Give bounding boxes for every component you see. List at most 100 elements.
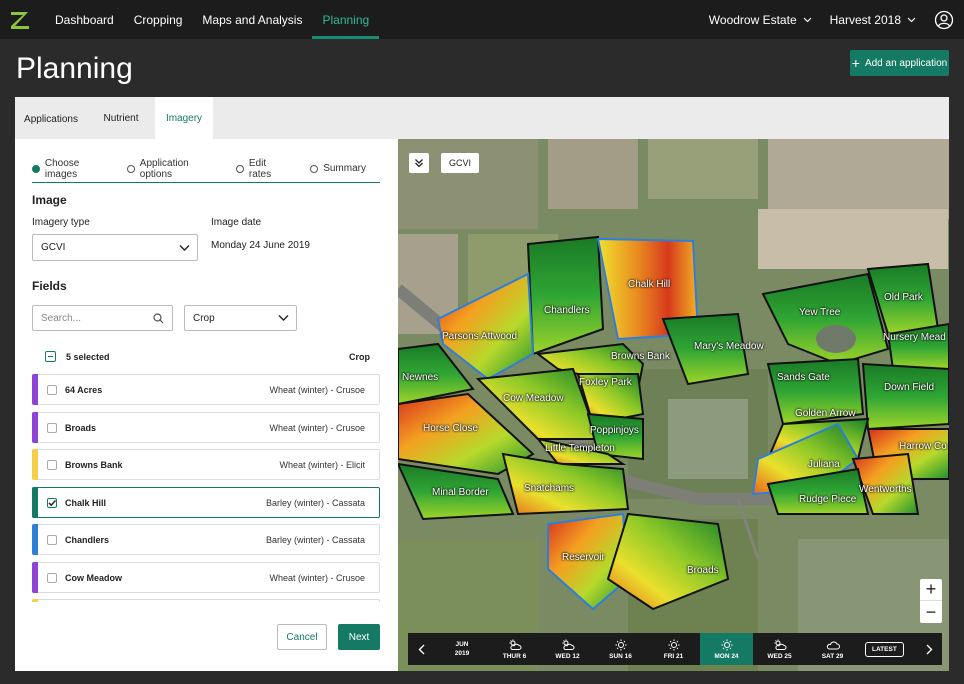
map-label: Chalk Hill <box>628 279 671 290</box>
field-row[interactable]: Chandlers Barley (winter) - Cassata <box>32 524 380 555</box>
crop-filter-value: Crop <box>193 312 215 324</box>
field-color-stripe <box>32 561 38 593</box>
nav-planning[interactable]: Planning <box>312 0 379 39</box>
timeline-day[interactable]: WED 25 <box>753 633 806 665</box>
field-color-stripe <box>32 374 38 405</box>
field-name: Broads <box>65 422 97 433</box>
map-label: Browns Bank <box>611 351 670 362</box>
cloud-sun-icon <box>562 639 574 650</box>
field-row[interactable]: Browns Bank Wheat (winter) - Elicit <box>32 449 380 480</box>
map-label: Mary's Meadow <box>694 341 764 352</box>
timeline-day[interactable]: MON 24 <box>700 633 753 665</box>
select-all-checkbox[interactable] <box>45 351 56 362</box>
latest-button[interactable]: LATEST <box>865 641 904 657</box>
image-timeline: JUN 2019 THUR 6 WED 12 SUN 16 FRI 21 MON 24 W… <box>408 633 942 665</box>
page-title: Planning <box>16 52 133 85</box>
map-label: Parsons Attwood <box>442 331 518 342</box>
collapse-panel-button[interactable] <box>409 153 429 173</box>
field-crop: Wheat (winter) - Crusoe <box>269 572 365 583</box>
field-name: Cow Meadow <box>65 572 123 583</box>
timeline-next-button[interactable] <box>916 633 942 665</box>
nav-dashboard[interactable]: Dashboard <box>45 0 124 39</box>
step-application-options[interactable]: Application options <box>126 158 222 180</box>
field-checkbox[interactable] <box>47 535 57 545</box>
field-name: Chandlers <box>65 535 110 545</box>
timeline-day-label: MON 24 <box>714 652 739 660</box>
step-summary[interactable]: Summary <box>310 161 366 176</box>
nav-cropping[interactable]: Cropping <box>124 0 193 39</box>
imagery-map[interactable]: GCVI Chalk Hill Chandlers Parsons Attwoo… <box>398 139 949 671</box>
satellite-map-image <box>398 139 949 671</box>
sun-icon <box>721 639 732 650</box>
map-label: Poppinjoys <box>590 425 639 436</box>
plus-icon: + <box>851 55 860 71</box>
field-checkbox[interactable] <box>47 385 57 395</box>
step-dot-icon <box>32 164 40 173</box>
field-row[interactable]: Chalk Hill Barley (winter) - Cassata <box>32 486 380 518</box>
field-color-stripe <box>32 599 38 602</box>
step-label: Summary <box>323 163 366 174</box>
step-edit-rates[interactable]: Edit rates <box>236 158 290 180</box>
imagery-type-select[interactable]: GCVI <box>32 234 198 261</box>
field-checkbox[interactable] <box>47 572 57 583</box>
zoom-in-button[interactable]: + <box>920 579 942 601</box>
timeline-day[interactable]: SAT 29 <box>806 633 859 665</box>
timeline-day[interactable]: WED 12 <box>541 633 594 665</box>
timeline-month: JUN 2019 <box>442 633 482 665</box>
next-button[interactable]: Next <box>338 624 380 650</box>
nav-maps-analysis[interactable]: Maps and Analysis <box>192 0 312 39</box>
estate-select[interactable]: Woodrow Estate <box>709 13 812 27</box>
field-name: 64 Acres <box>65 385 103 395</box>
timeline-day-label: SAT 29 <box>821 652 844 660</box>
step-choose-images[interactable]: Choose images <box>32 158 113 180</box>
planning-card: Applications Nutrient Imagery Choose ima… <box>15 97 949 671</box>
map-label: Sands Gate <box>777 372 830 383</box>
field-search-input[interactable]: Search... <box>32 305 173 331</box>
crop-column-header: Crop <box>349 352 370 362</box>
chevron-down-icon <box>278 315 289 321</box>
imagery-type-chip: GCVI <box>441 153 480 173</box>
double-chevron-down-icon <box>415 159 423 168</box>
page-header: Planning + Add an application <box>0 39 964 99</box>
cancel-button[interactable]: Cancel <box>277 624 327 650</box>
step-dot-icon <box>126 164 135 173</box>
map-label: Snatchams <box>524 483 575 494</box>
step-label: Choose images <box>44 157 80 180</box>
sun-icon <box>615 639 626 650</box>
tab-imagery[interactable]: Imagery <box>155 97 213 139</box>
logo-icon[interactable] <box>9 9 31 31</box>
add-application-button[interactable]: + Add an application <box>850 50 949 76</box>
tab-applications[interactable]: Applications <box>15 97 87 139</box>
harvest-select[interactable]: Harvest 2018 <box>830 13 916 27</box>
tab-nutrient[interactable]: Nutrient <box>87 97 155 139</box>
crop-filter-select[interactable]: Crop <box>184 305 297 331</box>
selected-count: 5 selected <box>66 352 110 362</box>
chevron-down-icon <box>803 17 812 22</box>
field-row[interactable]: Cow Meadow Wheat (winter) - Crusoe <box>32 561 380 593</box>
image-heading: Image <box>32 193 67 207</box>
map-label: Little Templeton <box>545 443 615 454</box>
timeline-day[interactable]: THUR 6 <box>488 633 541 665</box>
cloud-sun-icon <box>509 639 521 650</box>
field-name: Browns Bank <box>65 460 123 470</box>
map-label: Foxley Park <box>579 377 632 388</box>
timeline-day[interactable]: FRI 21 <box>647 633 700 665</box>
field-crop: Wheat (winter) - Crusoe <box>269 385 365 395</box>
field-checkbox[interactable] <box>47 497 57 508</box>
field-color-stripe <box>32 524 38 555</box>
field-checkbox[interactable] <box>47 422 57 433</box>
user-account-icon[interactable] <box>934 10 954 30</box>
field-crop: Barley (winter) - Cassata <box>265 497 365 508</box>
field-row[interactable]: Broads Wheat (winter) - Crusoe <box>32 411 380 443</box>
left-panel: Choose images Application options Edit r… <box>15 139 398 671</box>
field-checkbox[interactable] <box>47 460 57 470</box>
timeline-prev-button[interactable] <box>408 633 434 665</box>
field-row[interactable]: 64 Acres Wheat (winter) - Crusoe <box>32 374 380 405</box>
field-color-stripe <box>32 486 38 518</box>
map-label: Golden Arrow <box>795 408 856 419</box>
zoom-out-button[interactable]: − <box>920 601 942 623</box>
map-label: Cow Meadow <box>503 393 564 404</box>
chevron-down-icon <box>907 17 916 22</box>
field-row[interactable] <box>32 599 380 602</box>
timeline-day[interactable]: SUN 16 <box>594 633 647 665</box>
